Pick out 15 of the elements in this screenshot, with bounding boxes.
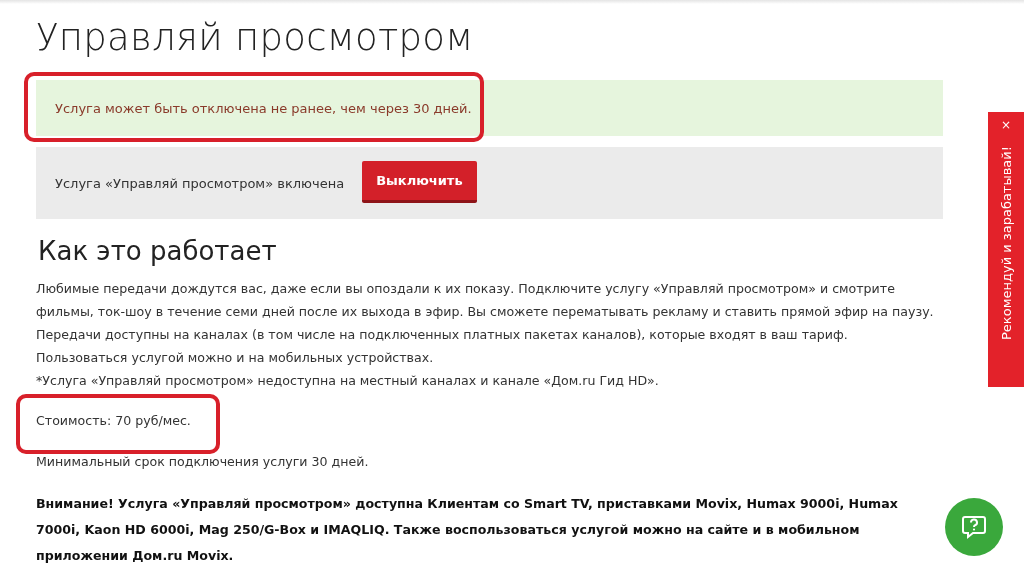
- warning-text: Внимание! Услуга «Управляй просмотром» доступна Клиентам со Smart TV, приставками Movix, Humax 9000i, Humax 7000i, Kaon HD 6000i, Mag 250/G-Box и IMAQLIQ. Также воспользоваться услугой можно на сайте и в мобильном приложении Дом.ru Movix.: [36, 495, 899, 565]
- notice-text: Услуга может быть отключена не ранее, чем через 30 дней.: [55, 100, 472, 116]
- price-text: Стоимость: 70 руб/мес.: [36, 413, 191, 428]
- description-paragraph: Любимые передачи дождутся вас, даже если вы опоздали к их показу. Подключите услугу «Управляй просмотром» и смотрите фильмы, ток-шоу в течение семи дней после их выхода в эфир. Вы сможете перематывать рекламу и ставить прямой эфир на паузу. Передачи доступны на каналах (в том числе на подключенных платных пакетах каналов), которые входят в ваш тариф. Пользоваться услугой можно и на мобильных устройствах.: [36, 280, 935, 367]
- chat-button[interactable]: [945, 498, 1003, 556]
- close-icon[interactable]: ×: [1000, 118, 1012, 132]
- section-heading: Как это работает: [38, 236, 278, 266]
- page-title: Управляй просмотром: [36, 16, 475, 59]
- minimum-term-text: Минимальный срок подключения услуги 30 дней.: [36, 454, 370, 469]
- service-status: Услуга «Управляй просмотром» включена: [55, 175, 345, 191]
- footnote: *Услуга «Управляй просмотром» недоступна на местный каналах и канале «Дом.ru Гид HD».: [36, 372, 660, 390]
- referral-side-tab[interactable]: × Рекомендуй и зарабатывай!: [988, 112, 1024, 387]
- disable-button[interactable]: Выключить: [362, 160, 477, 203]
- chat-question-icon: [961, 514, 987, 540]
- side-tab-label: Рекомендуй и зарабатывай!: [998, 146, 1014, 340]
